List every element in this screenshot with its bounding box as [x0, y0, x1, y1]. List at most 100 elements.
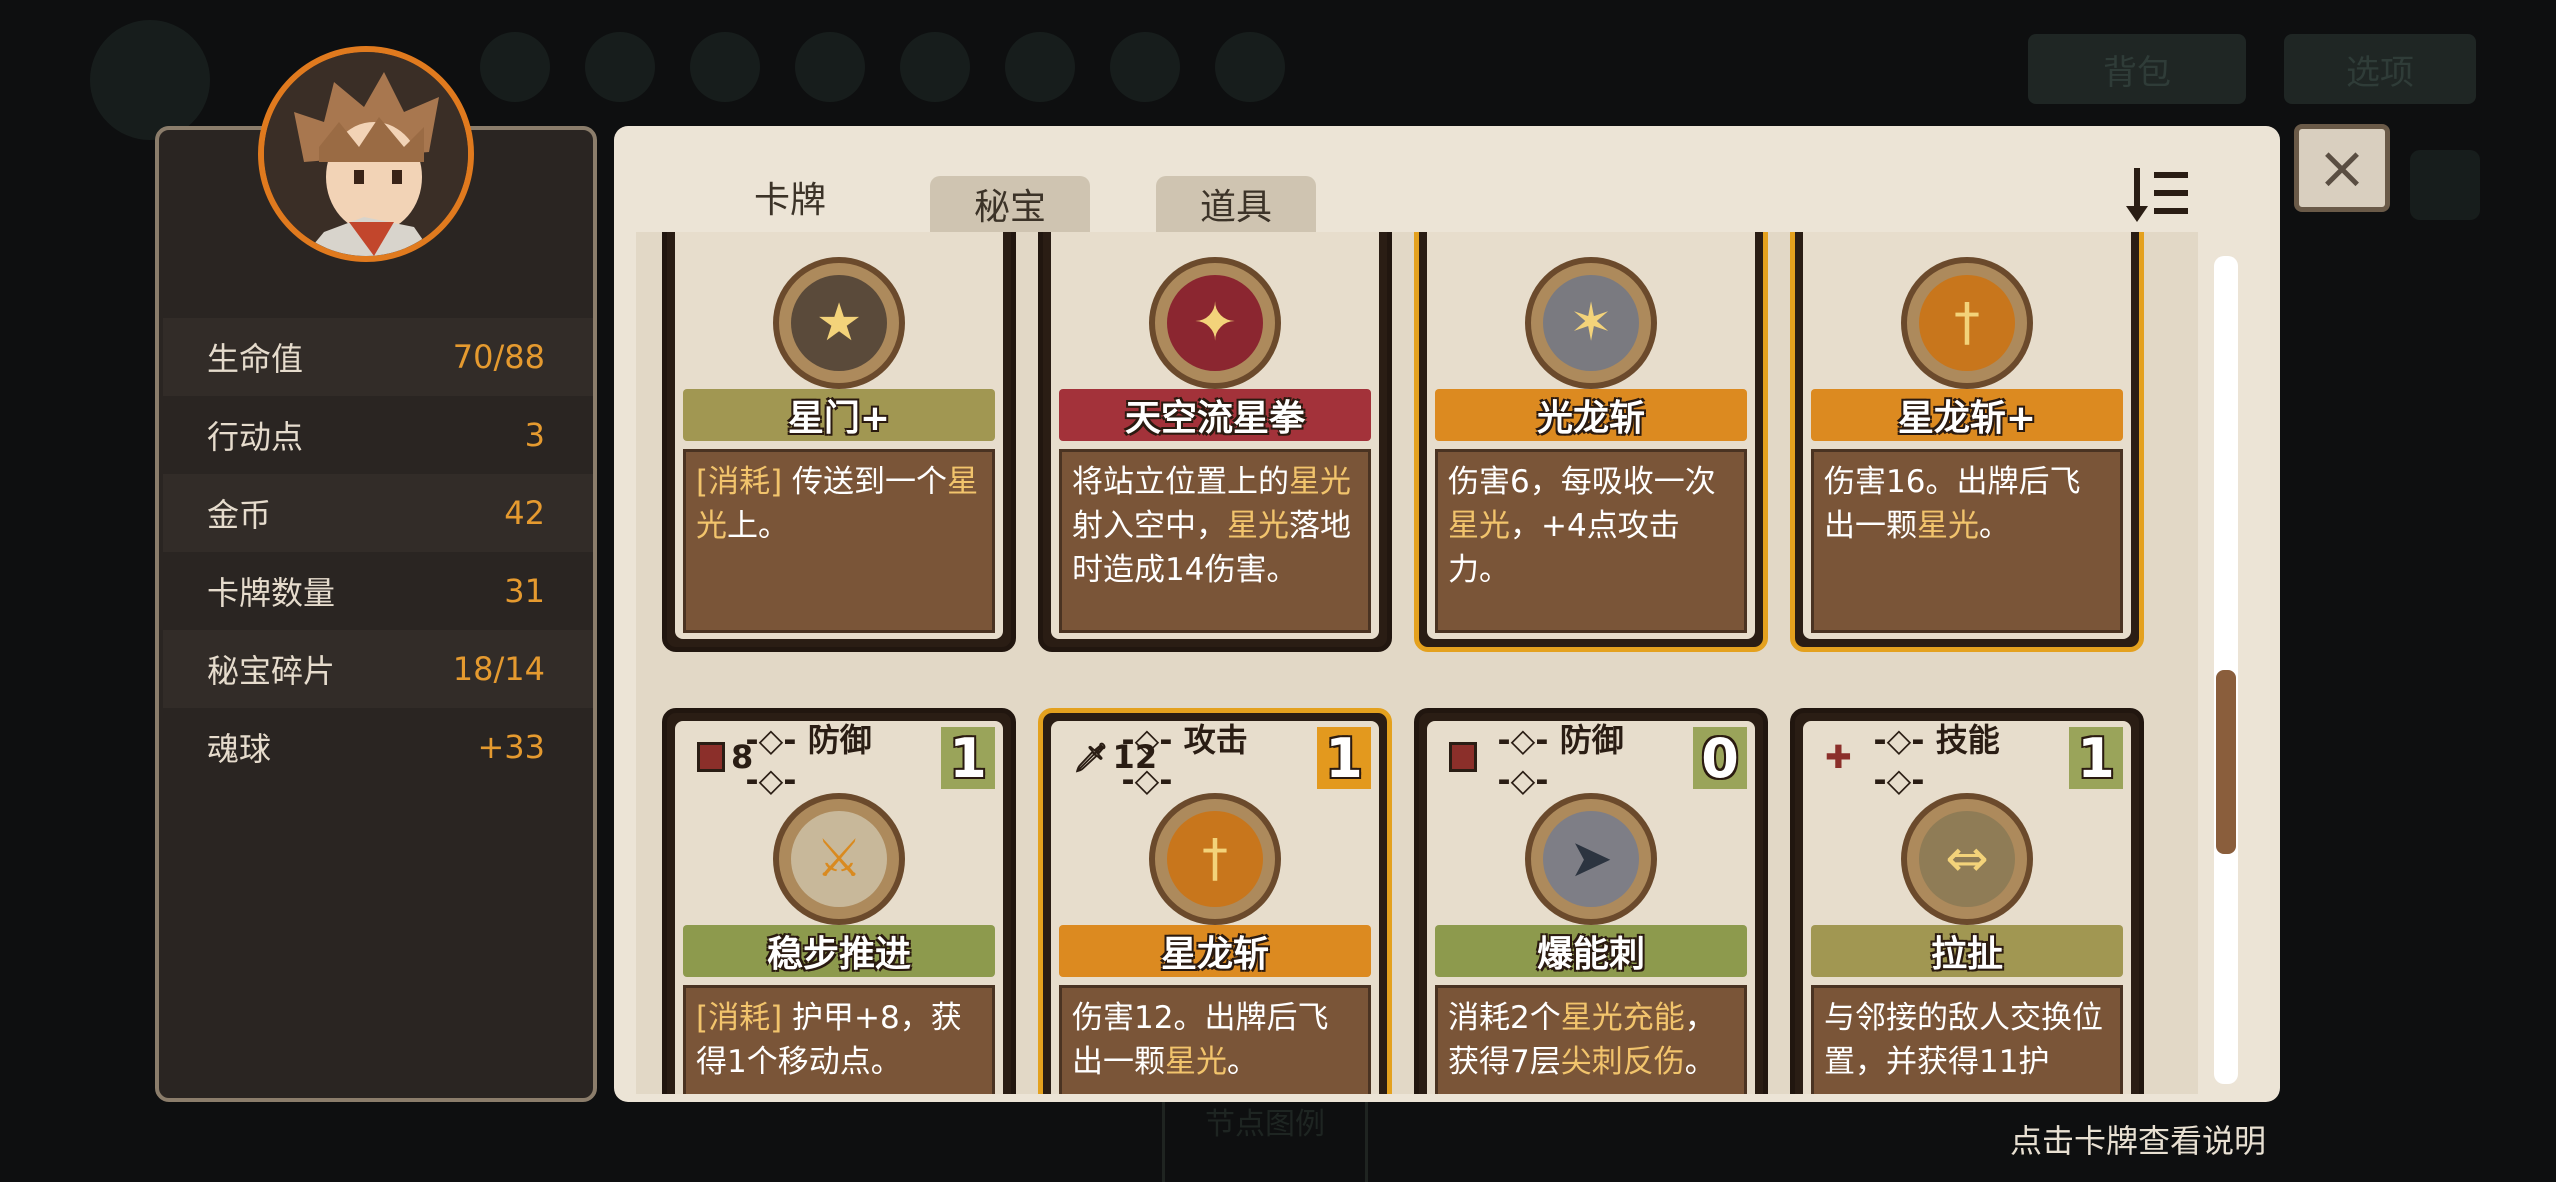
card-cost: 1: [1317, 727, 1371, 790]
sort-button[interactable]: [2120, 160, 2200, 230]
card-sky-meteor-fist[interactable]: ✦ 天空流星拳 将站立位置上的星光射入空中，星光落地时造成14伤害。: [1038, 232, 1392, 652]
card-face: ✶ 光龙斩 伤害6，每吸收一次星光，+4点攻击力。: [1427, 232, 1755, 639]
card-pull[interactable]: ✚ -◇- 技能 -◇- 1 ⇔ 拉扯 与邻接的敌人交换位置，并获得11护: [1790, 708, 2144, 1094]
bg-legend-label: 节点图例: [1162, 1096, 1368, 1182]
skill-stat: ✚: [1825, 738, 1852, 776]
close-button[interactable]: ×: [2294, 124, 2390, 212]
card-description: 伤害6，每吸收一次星光，+4点攻击力。: [1435, 449, 1747, 633]
card-art: †: [1919, 275, 2015, 371]
description-text: 上。: [727, 508, 789, 544]
keyword-text: 尖刺反伤: [1560, 1044, 1685, 1080]
card-art: ⚔: [791, 811, 887, 907]
description-text: 。: [1227, 1044, 1258, 1080]
hint-text: 点击卡牌查看说明: [2010, 1122, 2267, 1160]
keyword-text: [消耗]: [696, 464, 783, 500]
keyword-text: 星光: [1227, 508, 1289, 544]
bg-backpack-button: 背包: [2028, 34, 2246, 104]
card-description: 伤害12。出牌后飞出一颗星光。: [1059, 985, 1371, 1094]
tab-cards[interactable]: 卡牌: [690, 160, 890, 234]
keyword-text: [消耗]: [696, 1000, 783, 1036]
star-dragon-sword-icon: †: [1149, 793, 1281, 925]
card-type: -◇- 攻击 -◇-: [1121, 721, 1248, 799]
card-title: 星门+: [683, 389, 995, 441]
card-cost: 0: [1693, 727, 1747, 790]
stat-soul-orbs: 魂球 +33: [163, 708, 593, 786]
armor-stat: [1449, 742, 1483, 772]
star-dragon-sword-icon: †: [1901, 257, 2033, 389]
card-cost: 1: [941, 727, 995, 790]
card-description: 与邻接的敌人交换位置，并获得11护: [1811, 985, 2123, 1094]
stat-value: 3: [524, 416, 545, 454]
card-title: 星龙斩: [1059, 925, 1371, 977]
hero-portrait-icon: [264, 52, 468, 256]
card-type: -◇- 防御 -◇-: [745, 721, 872, 799]
card-cost: 1: [2069, 727, 2123, 790]
stat-label: 生命值: [207, 340, 304, 378]
stats-panel: 生命值 70/88 行动点 3 金币 42 卡牌数量 31 秘宝碎片 18/14…: [155, 126, 597, 1102]
tab-items[interactable]: 道具: [1156, 176, 1316, 232]
bg-slot-icon: [900, 32, 970, 102]
card-art: ➤: [1543, 811, 1639, 907]
bg-slot-icon: [1005, 32, 1075, 102]
card-face: † 星龙斩+ 伤害16。出牌后飞出一颗星光。: [1803, 232, 2131, 639]
card-art: ★: [791, 275, 887, 371]
stat-relic-shards: 秘宝碎片 18/14: [163, 630, 593, 708]
close-icon: ×: [2316, 133, 2368, 203]
card-title: 爆能刺: [1435, 925, 1747, 977]
card-star-dragon-slash[interactable]: 🗡 12 -◇- 攻击 -◇- 1 † 星龙斩 伤害12。出牌后飞出一颗星光。: [1038, 708, 1392, 1094]
card-light-dragon-slash[interactable]: ✶ 光龙斩 伤害6，每吸收一次星光，+4点攻击力。: [1414, 232, 1768, 652]
hero-avatar[interactable]: [258, 46, 474, 262]
card-burst-pierce[interactable]: -◇- 防御 -◇- 0 ➤ 爆能刺 消耗2个星光充能，获得7层尖刺反伤。: [1414, 708, 1768, 1094]
stat-value: 18/14: [452, 650, 545, 688]
card-face: ✚ -◇- 技能 -◇- 1 ⇔ 拉扯 与邻接的敌人交换位置，并获得11护: [1803, 721, 2131, 1094]
card-title: 拉扯: [1811, 925, 2123, 977]
card-title: 星龙斩+: [1811, 389, 2123, 441]
card-art: †: [1167, 811, 1263, 907]
stat-value: 70/88: [452, 338, 545, 376]
card-steady-advance[interactable]: 8 -◇- 防御 -◇- 1 ⚔ 稳步推进 [消耗] 护甲+8，获得1个移动点。: [662, 708, 1016, 1094]
keyword-text: 星光: [1917, 508, 1979, 544]
bg-slot-icon: [690, 32, 760, 102]
keyword-text: 星光充能: [1560, 1000, 1685, 1036]
tab-relics[interactable]: 秘宝: [930, 176, 1090, 232]
bg-slot-icon: [480, 32, 550, 102]
card-face: 8 -◇- 防御 -◇- 1 ⚔ 稳步推进 [消耗] 护甲+8，获得1个移动点。: [675, 721, 1003, 1094]
card-face: -◇- 防御 -◇- 0 ➤ 爆能刺 消耗2个星光充能，获得7层尖刺反伤。: [1427, 721, 1755, 1094]
card-art: ✦: [1167, 275, 1263, 371]
scrollbar-thumb[interactable]: [2216, 670, 2236, 854]
armor-icon: [1449, 742, 1477, 772]
stat-label: 金币: [207, 496, 272, 534]
bg-slot-icon: [1110, 32, 1180, 102]
card-description: [消耗] 传送到一个星光上。: [683, 449, 995, 633]
card-star-gate-plus[interactable]: ★ 星门+ [消耗] 传送到一个星光上。: [662, 232, 1016, 652]
keyword-text: 星光: [1448, 508, 1510, 544]
card-title: 光龙斩: [1435, 389, 1747, 441]
card-title: 天空流星拳: [1059, 389, 1371, 441]
description-text: 将站立位置上的: [1072, 464, 1289, 500]
skill-icon: ✚: [1825, 738, 1852, 776]
bg-slot-icon: [795, 32, 865, 102]
stat-card-count: 卡牌数量 31: [163, 552, 593, 630]
stat-action-points: 行动点 3: [163, 396, 593, 474]
card-title: 稳步推进: [683, 925, 995, 977]
card-description: [消耗] 护甲+8，获得1个移动点。: [683, 985, 995, 1094]
sky-fist-icon: ✦: [1149, 257, 1281, 389]
card-star-dragon-slash-plus[interactable]: † 星龙斩+ 伤害16。出牌后飞出一颗星光。: [1790, 232, 2144, 652]
description-text: 。: [1684, 1044, 1716, 1080]
keyword-text: 星光: [1289, 464, 1351, 500]
stat-value: 31: [504, 572, 545, 610]
bg-hero-icon: [90, 20, 210, 140]
stat-gold: 金币 42: [163, 474, 593, 552]
description-text: 与邻接的敌人交换位置，并获得11护: [1824, 1000, 2103, 1080]
bg-slot-icon: [585, 32, 655, 102]
keyword-text: 星光: [1165, 1044, 1227, 1080]
light-dragon-icon: ✶: [1525, 257, 1657, 389]
bg-pen-icon: [2410, 150, 2480, 220]
card-grid[interactable]: ★ 星门+ [消耗] 传送到一个星光上。 ✦ 天空流星拳 将站立位置上的星光射入…: [636, 232, 2198, 1094]
description-text: 。: [1979, 508, 2010, 544]
stat-hp: 生命值 70/88: [163, 318, 593, 396]
stat-value: +33: [477, 728, 545, 766]
burst-pierce-icon: ➤: [1525, 793, 1657, 925]
stat-label: 行动点: [207, 418, 304, 456]
pull-icon: ⇔: [1901, 793, 2033, 925]
